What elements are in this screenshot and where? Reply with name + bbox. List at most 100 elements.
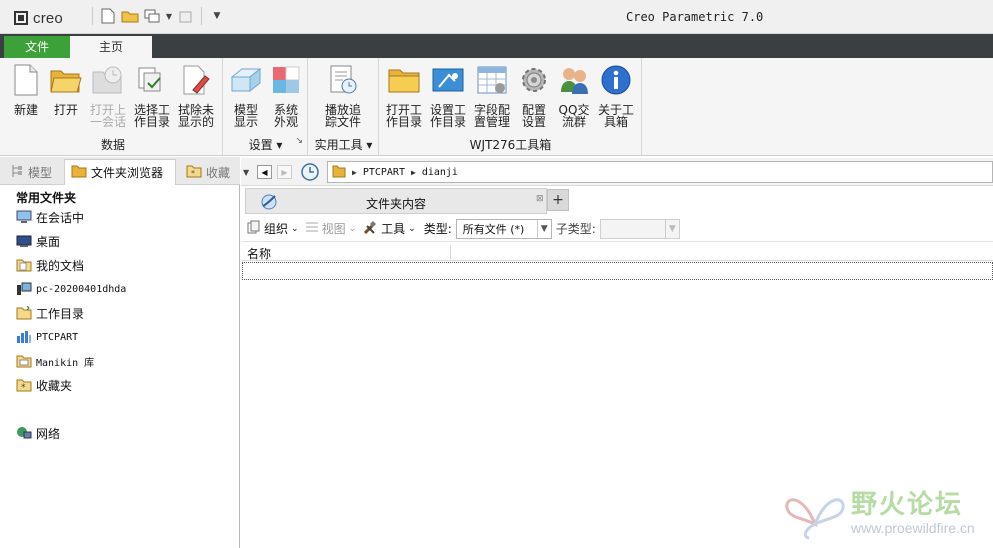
collapse-arrow-icon[interactable]: ▼ <box>243 168 249 177</box>
erase-not-displayed-button[interactable]: 拭除未 显示的 <box>176 62 216 128</box>
new-document-icon <box>9 62 43 98</box>
navigator-tabs: 模型 文件夹浏览器 * 收藏 <box>0 157 240 185</box>
open-last-session-button[interactable]: 打开上 一会话 <box>88 62 128 128</box>
folder-item-ptcpart[interactable]: PTCPART <box>16 328 78 346</box>
tab-home[interactable]: 主页 <box>70 36 152 58</box>
ribbon: 新建 打开 打开上 一会话 选择工 作目录 拭除未 显示的 数据 模型 显示 系… <box>0 58 993 156</box>
history-icon[interactable] <box>299 162 321 185</box>
group-label-data: 数据 <box>100 138 125 152</box>
content-tab-row: 文件夹内容 ⊠ + <box>241 186 993 214</box>
set-working-dir-button[interactable]: 设置工 作目录 <box>428 62 468 128</box>
system-appearance-icon <box>269 62 303 98</box>
back-icon[interactable]: ◀ <box>257 165 272 179</box>
ribbon-group-data: 新建 打开 打开上 一会话 选择工 作目录 拭除未 显示的 数据 <box>4 58 223 156</box>
monitor-icon <box>16 209 32 225</box>
navigator-panel: 模型 文件夹浏览器 * 收藏 常用文件夹 在会话中 桌面 我的文档 pc-202… <box>0 157 240 548</box>
organize-menu[interactable]: 组织 ⌄ <box>247 220 299 237</box>
customize-dropdown-icon[interactable]: ▼ <box>208 7 226 25</box>
dialog-launcher-icon[interactable]: ↘ <box>295 136 303 146</box>
creo-logo-icon <box>14 11 28 25</box>
open-last-session-icon <box>91 62 125 98</box>
qq-group-button[interactable]: QQ交 流群 <box>554 62 594 128</box>
folder-item-manikin-library[interactable]: Manikin 库 <box>16 352 94 370</box>
butterfly-logo-icon <box>783 484 847 545</box>
working-dir-icon <box>16 305 32 321</box>
folder-item-in-session[interactable]: 在会话中 <box>16 208 84 226</box>
window-icon[interactable] <box>143 7 161 25</box>
erase-not-displayed-icon <box>179 62 213 98</box>
open-working-dir-icon <box>387 62 421 98</box>
ribbon-tab-bar: 文件 主页 <box>0 34 993 58</box>
file-list-focus-row[interactable] <box>242 262 993 280</box>
type-select[interactable]: 所有文件 (*) ▼ <box>455 218 552 239</box>
app-title: Creo Parametric 7.0 <box>626 10 764 24</box>
group-label-utilities[interactable]: 实用工具 ▾ <box>309 136 378 153</box>
tab-model-tree[interactable]: 模型 <box>4 159 62 185</box>
favorites-icon: * <box>186 164 202 181</box>
model-display-button[interactable]: 模型 显示 <box>226 62 266 128</box>
tools-menu[interactable]: 工具 ⌄ <box>362 219 416 238</box>
dropdown-arrow-icon: ▼ <box>536 219 551 238</box>
gear-icon <box>517 62 551 98</box>
folder-item-working-dir[interactable]: 工作目录 <box>16 304 84 322</box>
close-tab-icon[interactable]: ⊠ <box>536 194 544 204</box>
dropdown-icon[interactable]: ▼ <box>165 7 173 25</box>
play-trail-file-icon <box>326 62 360 98</box>
config-settings-button[interactable]: 配置 设置 <box>514 62 554 128</box>
column-header-name[interactable]: 名称 <box>247 245 271 262</box>
view-menu[interactable]: 视图 ⌄ <box>305 220 357 237</box>
path-separator-icon: ▶ <box>410 167 416 177</box>
close-window-icon[interactable] <box>177 7 195 25</box>
path-segment-dianji[interactable]: dianji <box>422 167 458 178</box>
ribbon-group-utilities: 播放追 踪文件 实用工具 ▾ <box>309 58 379 156</box>
desktop-icon <box>16 233 32 249</box>
subtype-select[interactable]: ▼ <box>599 218 680 239</box>
title-bar: creo ▼ ▼ Creo Parametric 7.0 <box>0 0 993 34</box>
select-working-dir-icon <box>135 62 169 98</box>
svg-text:*: * <box>191 169 195 178</box>
file-list-header: 名称 <box>241 243 993 261</box>
address-field[interactable]: ▶ PTCPART ▶ dianji <box>327 161 993 183</box>
add-tab-button[interactable]: + <box>547 189 569 211</box>
path-segment-ptcpart[interactable]: PTCPART <box>363 167 405 178</box>
folder-item-network[interactable]: 网络 <box>16 424 60 442</box>
about-toolbox-button[interactable]: 关于工 具箱 <box>596 62 636 128</box>
folder-item-desktop[interactable]: 桌面 <box>16 232 60 250</box>
system-appearance-button[interactable]: 系统 外观 <box>266 62 306 128</box>
favorites-icon: * <box>16 377 32 393</box>
dropdown-arrow-icon: ▼ <box>664 219 679 238</box>
open-folder-icon <box>49 62 83 98</box>
field-config-button[interactable]: 字段配 置管理 <box>472 62 512 128</box>
new-file-icon[interactable] <box>99 7 117 25</box>
view-icon <box>305 220 319 237</box>
subtype-label: 子类型: <box>555 222 596 236</box>
open-folder-icon[interactable] <box>121 7 139 25</box>
browser-toolbar: 组织 ⌄ 视图 ⌄ 工具 ⌄ 类型: 所有文件 (*) ▼ 子类型: ▼ <box>241 216 993 242</box>
folder-icon <box>332 164 346 181</box>
column-divider[interactable] <box>450 245 451 259</box>
folder-item-my-documents[interactable]: 我的文档 <box>16 256 84 274</box>
folder-item-computer[interactable]: pc-20200401dhda <box>16 280 126 298</box>
chevron-down-icon: ⌄ <box>408 223 416 234</box>
quick-access-toolbar: ▼ ▼ <box>90 7 226 25</box>
play-trail-file-button[interactable]: 播放追 踪文件 <box>323 62 363 128</box>
documents-icon <box>16 257 32 273</box>
creo-logo: creo <box>14 9 63 27</box>
new-button[interactable]: 新建 <box>6 62 46 116</box>
select-working-dir-button[interactable]: 选择工 作目录 <box>132 62 172 128</box>
tab-folder-browser[interactable]: 文件夹浏览器 <box>64 159 176 185</box>
ribbon-group-settings: 模型 显示 系统 外观 设置 ▾ ↘ <box>224 58 308 156</box>
folder-contents-tab[interactable]: 文件夹内容 ⊠ <box>245 188 547 214</box>
open-working-dir-button[interactable]: 打开工 作目录 <box>384 62 424 128</box>
folder-item-favorites[interactable]: * 收藏夹 <box>16 376 72 394</box>
tools-icon <box>362 219 378 238</box>
ptcpart-icon <box>16 329 32 345</box>
common-folders-heading: 常用文件夹 <box>16 191 77 205</box>
tab-file[interactable]: 文件 <box>4 36 70 58</box>
tab-favorites[interactable]: * 收藏 <box>180 159 240 185</box>
group-label-settings: 设置 ▾ ↘ <box>248 136 303 152</box>
forward-icon[interactable]: ▶ <box>277 165 292 179</box>
open-button[interactable]: 打开 <box>46 62 86 116</box>
model-display-icon <box>229 62 263 98</box>
chevron-down-icon: ⌄ <box>348 223 357 234</box>
